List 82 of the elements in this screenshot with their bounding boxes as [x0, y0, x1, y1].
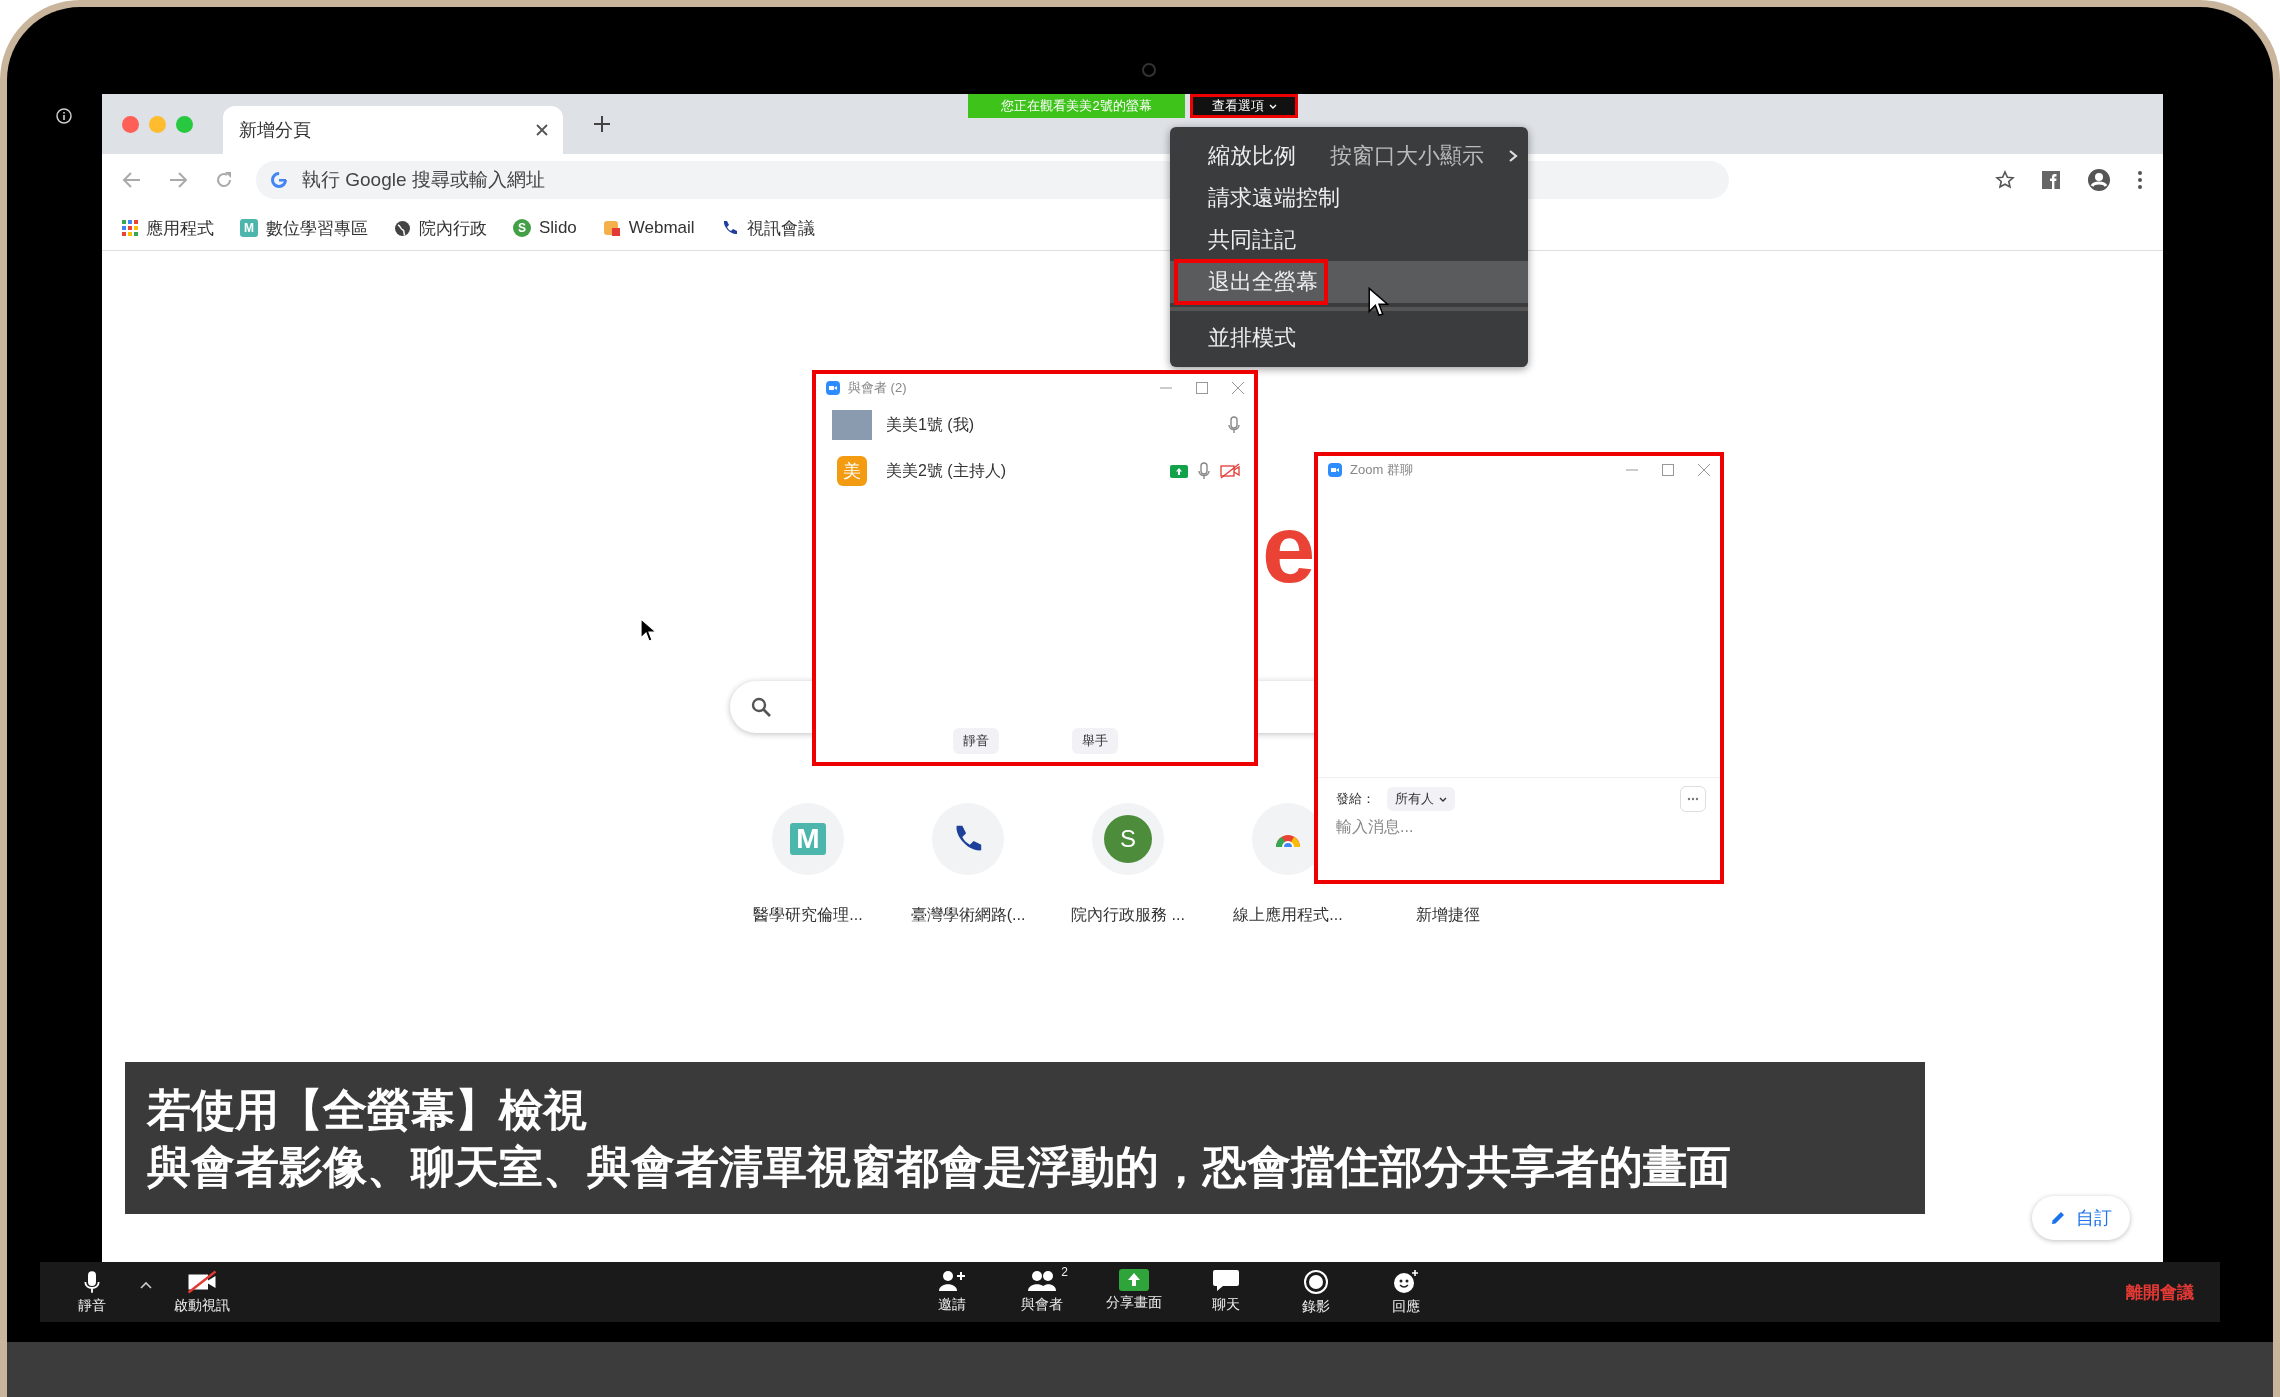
bookmark-item[interactable]: 應用程式	[122, 216, 214, 240]
star-icon[interactable]	[1995, 170, 2015, 190]
chat-bubble-icon	[1212, 1268, 1240, 1293]
bookmark-item[interactable]: Webmail	[602, 218, 695, 238]
account-icon[interactable]	[2087, 168, 2111, 192]
menu-item[interactable]: 共同註記	[1170, 219, 1528, 261]
shortcut-tile[interactable]: M 醫學研究倫理...	[728, 803, 888, 926]
screen-share-icon	[1119, 1268, 1149, 1291]
menu-icon[interactable]	[2137, 170, 2143, 190]
bookmark-item[interactable]: 院內行政	[394, 216, 487, 240]
forward-icon[interactable]	[168, 170, 188, 190]
window-title: 與會者 (2)	[848, 379, 907, 397]
chevron-right-icon	[1508, 149, 1518, 163]
bookmark-favicon: M	[240, 219, 258, 237]
photo-placeholder	[832, 410, 872, 440]
globe-icon	[394, 219, 411, 237]
people-icon	[1027, 1268, 1057, 1293]
search-icon	[750, 696, 772, 718]
participant-row[interactable]: 美 美美2號 (主持人)	[816, 448, 1254, 494]
maximize-icon[interactable]	[1662, 464, 1674, 476]
new-tab-icon[interactable]	[593, 115, 611, 133]
customize-button[interactable]: 自訂	[2032, 1196, 2130, 1240]
view-options-button[interactable]: 查看選項	[1190, 94, 1298, 118]
search-engine-icon	[270, 171, 288, 189]
toolbar-button[interactable]: 靜音	[60, 1269, 124, 1315]
shortcut-tile[interactable]: 臺灣學術網路(...	[888, 803, 1048, 926]
video-camera-icon	[826, 381, 840, 395]
video-off-icon	[187, 1269, 217, 1294]
mouse-pointer-icon	[640, 618, 658, 644]
toolbar-button[interactable]: 邀請	[920, 1268, 984, 1316]
menu-item[interactable]: 退出全螢幕	[1170, 261, 1528, 303]
tab-title: 新增分頁	[239, 119, 311, 142]
address-placeholder: 執行 Google 搜尋或輸入網址	[302, 168, 545, 192]
participants-action-button[interactable]: 舉手	[1071, 728, 1118, 754]
chevron-down-icon	[1268, 103, 1277, 110]
browser-tab[interactable]: 新增分頁	[223, 106, 563, 154]
maximize-icon[interactable]	[176, 115, 193, 133]
video-camera-icon	[1328, 463, 1342, 477]
shortcut-favicon: M	[790, 823, 826, 855]
logo-fragment: e	[1262, 501, 1316, 597]
caption-text: 若使用【全螢幕】檢視	[147, 1084, 588, 1136]
add-person-icon	[937, 1268, 967, 1293]
toolbar-button[interactable]: 聊天	[1194, 1268, 1258, 1316]
close-icon[interactable]	[535, 123, 549, 137]
toolbar-button[interactable]: 回應	[1374, 1268, 1438, 1316]
bookmark-item[interactable]: M 數位學習專區	[240, 216, 368, 240]
smiley-plus-icon	[1392, 1268, 1420, 1295]
window-title: Zoom 群聊	[1350, 461, 1413, 479]
leave-meeting-button[interactable]: 離開會議	[2120, 1279, 2200, 1305]
participants-action-button[interactable]: 靜音	[952, 728, 999, 754]
reload-icon[interactable]	[214, 170, 234, 190]
caption-text: 與會者影像、聊天室、與會者清單視窗都會是浮動的，恐會擋住部分共享者的畫面	[147, 1141, 1732, 1193]
camera-icon	[1142, 63, 1156, 77]
maximize-icon[interactable]	[1196, 382, 1208, 394]
bookmark-item[interactable]: 視訊會議	[720, 216, 815, 240]
viewing-banner: 您正在觀看美美2號的螢幕	[968, 94, 1185, 118]
toolbar-button[interactable]: 錄影	[1284, 1268, 1348, 1316]
toolbar-button[interactable]: 分享畫面	[1100, 1268, 1168, 1316]
shortcut-favicon: S	[1104, 815, 1152, 863]
avatar: 美	[837, 456, 867, 486]
info-icon	[55, 107, 73, 125]
bookmark-favicon: S	[513, 219, 531, 237]
menu-item[interactable]: 並排模式	[1170, 317, 1528, 359]
microphone-icon	[1228, 416, 1240, 434]
mouse-pointer-icon	[1368, 287, 1390, 319]
pencil-icon	[2050, 1210, 2066, 1226]
back-icon[interactable]	[122, 170, 142, 190]
more-icon	[1687, 797, 1699, 801]
microphone-icon	[1198, 462, 1210, 480]
toolbar-button[interactable]: 啟動視訊	[168, 1269, 236, 1315]
extension-icon[interactable]	[2041, 170, 2061, 190]
apps-grid-icon	[122, 220, 138, 236]
recipient-label: 發給：	[1336, 790, 1375, 808]
shortcut-tile[interactable]: S 院內行政服務 ...	[1048, 803, 1208, 926]
mail-icon	[602, 219, 621, 237]
participant-row[interactable]: 美美1號 (我)	[816, 402, 1254, 448]
chevron-down-icon	[1439, 796, 1447, 803]
microphone-icon	[84, 1269, 100, 1294]
bookmark-item[interactable]: S Slido	[513, 218, 577, 238]
recipient-dropdown[interactable]: 所有人	[1387, 787, 1455, 811]
caret-up-icon[interactable]	[140, 1281, 152, 1289]
record-icon	[1303, 1268, 1329, 1295]
